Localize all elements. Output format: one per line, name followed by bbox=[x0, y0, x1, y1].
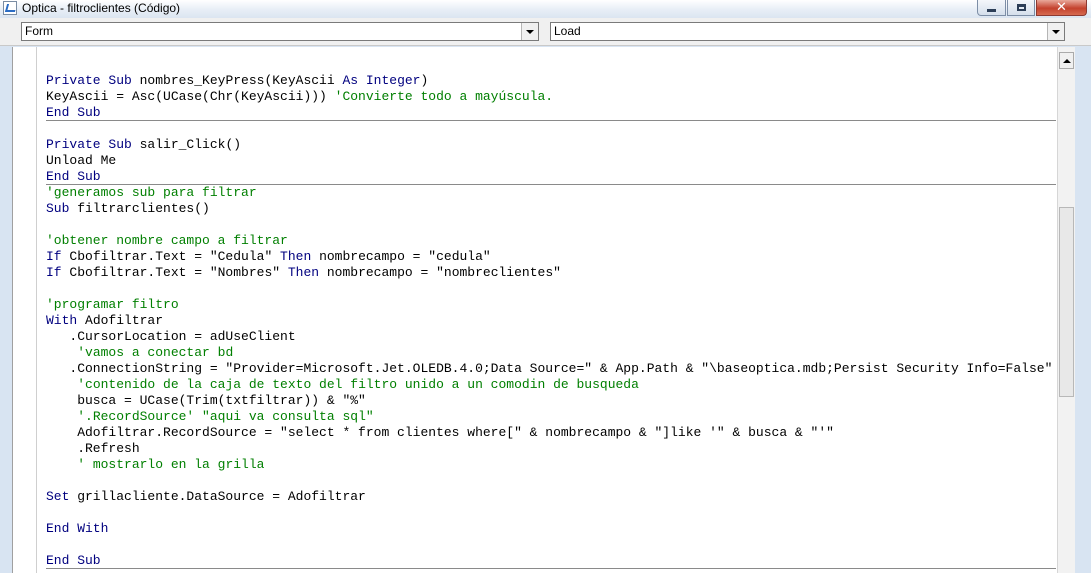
scrollbar-thumb[interactable] bbox=[1059, 207, 1074, 397]
object-dropdown-value: Form bbox=[25, 24, 53, 38]
code-text: nombrecampo = "cedula" bbox=[311, 249, 491, 264]
code-text: .ConnectionString = "Provider=Microsoft.… bbox=[46, 361, 1053, 376]
code-line[interactable]: End With bbox=[46, 521, 1056, 537]
code-keyword: If bbox=[46, 265, 62, 280]
code-comment: 'vamos a conectar bd bbox=[77, 345, 234, 360]
code-line[interactable] bbox=[46, 121, 1056, 137]
code-line[interactable]: 'programar filtro bbox=[46, 297, 1056, 313]
code-line[interactable] bbox=[46, 281, 1056, 297]
code-line[interactable]: 'generamos sub para filtrar bbox=[46, 185, 1056, 201]
maximize-button[interactable] bbox=[1007, 0, 1035, 16]
code-text: filtrarclientes() bbox=[69, 201, 210, 216]
minimize-icon bbox=[987, 9, 996, 12]
code-line[interactable]: ' mostrarlo en la grilla bbox=[46, 457, 1056, 473]
code-line[interactable]: With Adofiltrar bbox=[46, 313, 1056, 329]
code-line[interactable] bbox=[46, 473, 1056, 489]
close-button[interactable]: ✕ bbox=[1036, 0, 1087, 16]
code-line[interactable] bbox=[46, 217, 1056, 233]
code-line[interactable]: .ConnectionString = "Provider=Microsoft.… bbox=[46, 361, 1056, 377]
code-line[interactable]: Set grillacliente.DataSource = Adofiltra… bbox=[46, 489, 1056, 505]
procedure-dropdown[interactable]: Load bbox=[550, 22, 1065, 41]
window-title: Optica - filtroclientes (Código) bbox=[22, 1, 181, 15]
code-text: Cbofiltrar.Text = "Nombres" bbox=[61, 265, 288, 280]
code-line[interactable]: Sub filtrarclientes() bbox=[46, 201, 1056, 217]
window-frame-edge bbox=[1075, 47, 1091, 573]
code-line[interactable]: Private Sub salir_Click() bbox=[46, 137, 1056, 153]
code-text: .Refresh bbox=[46, 441, 140, 456]
code-comment: 'Convierte todo a mayúscula. bbox=[334, 89, 554, 104]
code-line[interactable]: 'obtener nombre campo a filtrar bbox=[46, 233, 1056, 249]
code-line[interactable]: .Refresh bbox=[46, 441, 1056, 457]
code-line[interactable]: '.RecordSource' "aqui va consulta sql" bbox=[46, 409, 1056, 425]
code-text: Cbofiltrar.Text = "Cedula" bbox=[61, 249, 281, 264]
code-keyword: If bbox=[46, 249, 62, 264]
code-line[interactable]: 'contenido de la caja de texto del filtr… bbox=[46, 377, 1056, 393]
code-line[interactable]: .CursorLocation = adUseClient bbox=[46, 329, 1056, 345]
code-keyword: Then bbox=[280, 249, 312, 264]
code-comment: '.RecordSource' "aqui va consulta sql" bbox=[77, 409, 374, 424]
scroll-up-icon[interactable] bbox=[1059, 52, 1074, 69]
code-comment: 'generamos sub para filtrar bbox=[46, 185, 257, 200]
code-text: grillacliente.DataSource = Adofiltrar bbox=[69, 489, 366, 504]
vertical-scrollbar[interactable] bbox=[1057, 47, 1075, 573]
code-keyword: Sub bbox=[46, 201, 70, 216]
code-keyword: Then bbox=[287, 265, 320, 280]
code-line[interactable]: End Sub bbox=[46, 169, 1056, 185]
code-keyword: As Integer bbox=[342, 73, 421, 88]
code-line[interactable]: If Cbofiltrar.Text = "Nombres" Then nomb… bbox=[46, 265, 1056, 281]
code-line[interactable]: Adofiltrar.RecordSource = "select * from… bbox=[46, 425, 1056, 441]
title-bar[interactable]: Optica - filtroclientes (Código) ✕ bbox=[0, 0, 1091, 19]
code-line[interactable]: Unload Me bbox=[46, 153, 1056, 169]
chevron-down-icon[interactable] bbox=[1047, 23, 1064, 40]
code-text: salir_Click() bbox=[131, 137, 242, 152]
code-keyword: End Sub bbox=[46, 553, 101, 568]
code-line[interactable]: End Sub bbox=[46, 553, 1056, 569]
code-keyword: End Sub bbox=[46, 169, 101, 184]
code-keyword: Set bbox=[46, 489, 70, 504]
maximize-icon bbox=[1016, 4, 1026, 11]
code-comment: 'programar filtro bbox=[46, 297, 179, 312]
procedure-dropdown-value: Load bbox=[554, 24, 581, 38]
code-line[interactable]: If Cbofiltrar.Text = "Cedula" Then nombr… bbox=[46, 249, 1056, 265]
code-line[interactable] bbox=[46, 505, 1056, 521]
code-text: nombrecampo = "nombreclientes" bbox=[319, 265, 561, 280]
code-keyword: End With bbox=[46, 521, 109, 536]
code-line[interactable]: Private Sub nombres_KeyPress(KeyAscii As… bbox=[46, 73, 1056, 89]
code-keyword: Private Sub bbox=[46, 73, 132, 88]
code-keyword: End Sub bbox=[46, 105, 101, 120]
code-text: .CursorLocation = adUseClient bbox=[46, 329, 296, 344]
code-text: Adofiltrar.RecordSource = "select * from… bbox=[46, 425, 834, 440]
code-text: Unload Me bbox=[46, 153, 117, 168]
code-window-icon bbox=[3, 1, 17, 15]
code-text: busca = UCase(Trim(txtfiltrar)) & "%" bbox=[46, 393, 366, 408]
code-text: Adofiltrar bbox=[77, 313, 164, 328]
code-keyword: With bbox=[46, 313, 78, 328]
chevron-down-icon[interactable] bbox=[521, 23, 538, 40]
minimize-button[interactable] bbox=[977, 0, 1006, 16]
code-keyword: Private Sub bbox=[46, 137, 132, 152]
code-text: ) bbox=[420, 73, 429, 88]
code-line[interactable]: busca = UCase(Trim(txtfiltrar)) & "%" bbox=[46, 393, 1056, 409]
margin-indicator-bar[interactable] bbox=[13, 47, 37, 573]
code-line[interactable] bbox=[46, 537, 1056, 553]
code-line[interactable] bbox=[46, 57, 1056, 73]
code-text: nombres_KeyPress(KeyAscii bbox=[131, 73, 343, 88]
object-dropdown[interactable]: Form bbox=[21, 22, 539, 41]
code-comment: 'contenido de la caja de texto del filtr… bbox=[77, 377, 639, 392]
code-comment: 'obtener nombre campo a filtrar bbox=[46, 233, 288, 248]
code-line[interactable]: KeyAscii = Asc(UCase(Chr(KeyAscii))) 'Co… bbox=[46, 89, 1056, 105]
code-area[interactable]: Private Sub nombres_KeyPress(KeyAscii As… bbox=[46, 57, 1056, 573]
code-text: KeyAscii = Asc(UCase(Chr(KeyAscii))) bbox=[46, 89, 335, 104]
code-comment: ' mostrarlo en la grilla bbox=[77, 457, 265, 472]
close-icon: ✕ bbox=[1056, 0, 1067, 15]
code-line[interactable]: End Sub bbox=[46, 105, 1056, 121]
code-line[interactable]: 'vamos a conectar bd bbox=[46, 345, 1056, 361]
combo-bar: Form Load bbox=[0, 18, 1091, 46]
